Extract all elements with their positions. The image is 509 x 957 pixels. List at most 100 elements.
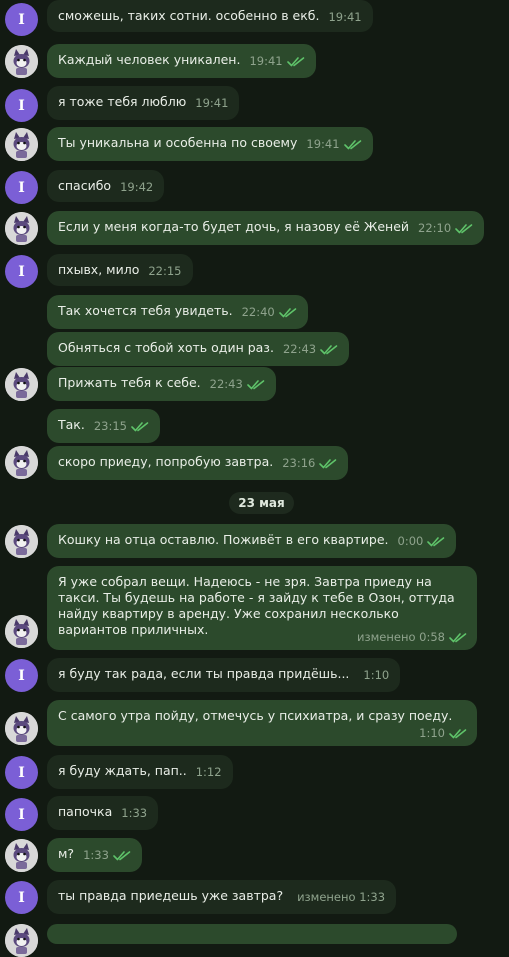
message-time: 22:43 xyxy=(209,377,243,391)
message-bubble-incoming[interactable]: я буду так рада, если ты правда придёшь.… xyxy=(47,658,401,692)
letter-avatar[interactable]: I xyxy=(5,798,38,831)
message-bubble-incoming[interactable]: ты правда приедешь уже завтра? изменено 1… xyxy=(47,880,397,914)
message-meta: 1:10 xyxy=(363,667,389,683)
message-meta: 1:33 xyxy=(83,847,131,863)
letter-avatar[interactable]: I xyxy=(5,89,38,122)
letter-avatar[interactable]: I xyxy=(5,171,38,204)
message-bubble-outgoing[interactable]: Если у меня когда-то будет дочь, я назов… xyxy=(47,211,485,245)
message-bubble-outgoing[interactable]: скоро приеду, попробую завтра. 23:16 xyxy=(47,446,349,480)
message-bubble-outgoing[interactable]: Так хочется тебя увидеть. 22:40 xyxy=(47,295,308,329)
message-bubble-outgoing[interactable]: Я уже собрал вещи. Надеюсь - не зря. Зав… xyxy=(47,566,477,650)
message-text: я тоже тебя люблю xyxy=(58,94,187,109)
double-check-icon xyxy=(319,458,337,468)
message-text: скоро приеду, попробую завтра. xyxy=(58,454,274,469)
message-time: 19:41 xyxy=(328,10,362,24)
letter-avatar[interactable]: I xyxy=(5,255,38,288)
cat-photo-avatar[interactable] xyxy=(5,712,38,745)
message-bubble-outgoing[interactable]: Ты уникальна и особенна по своему 19:41 xyxy=(47,127,373,161)
message-bubble-outgoing[interactable]: Каждый человек уникален. 19:41 xyxy=(47,44,316,78)
cat-photo-avatar[interactable] xyxy=(5,45,38,78)
message-meta: изменено 1:33 xyxy=(297,889,385,905)
double-check-icon xyxy=(455,223,473,233)
cat-photo-avatar[interactable] xyxy=(5,368,38,401)
message-text: я буду так рада, если ты правда придёшь.… xyxy=(58,666,350,681)
message-time: 22:43 xyxy=(282,342,317,356)
message-time: 19:42 xyxy=(120,180,154,194)
cat-photo-avatar[interactable] xyxy=(5,924,38,957)
double-check-icon xyxy=(343,139,361,149)
message-bubble-outgoing[interactable] xyxy=(47,924,457,944)
message-meta: 19:41 xyxy=(249,53,304,69)
cat-photo-avatar[interactable] xyxy=(5,128,38,161)
message-meta: 1:10 xyxy=(419,725,467,741)
letter-avatar[interactable]: I xyxy=(5,659,38,692)
message-text: Ты уникальна и особенна по своему xyxy=(58,135,298,150)
message-time: 1:12 xyxy=(195,765,222,779)
message-meta: 22:43 xyxy=(283,341,338,357)
message-bubble-outgoing[interactable]: м? 1:33 xyxy=(47,838,142,872)
message-text: Так хочется тебя увидеть. xyxy=(58,303,233,318)
double-check-icon xyxy=(286,56,304,66)
message-text: Каждый человек уникален. xyxy=(58,52,241,67)
letter-avatar[interactable]: I xyxy=(5,881,38,914)
double-check-icon xyxy=(278,307,297,317)
letter-avatar[interactable]: I xyxy=(5,3,38,36)
message-time: 22:15 xyxy=(148,264,182,278)
message-meta: 22:15 xyxy=(148,263,181,279)
message-meta: 19:41 xyxy=(328,9,361,25)
double-check-icon xyxy=(320,344,338,354)
message-meta: 19:42 xyxy=(120,179,153,195)
double-check-icon xyxy=(113,850,131,860)
message-bubble-incoming[interactable]: пхывх, мило 22:15 xyxy=(47,254,193,286)
letter-avatar[interactable]: I xyxy=(5,756,38,789)
chat-history[interactable]: I сможешь, таких сотни. особенно в екб. 1… xyxy=(0,0,509,957)
message-time: изменено 0:58 xyxy=(357,630,445,644)
cat-photo-avatar[interactable] xyxy=(5,839,38,872)
message-time: 1:10 xyxy=(363,668,390,682)
message-bubble-outgoing[interactable]: Обняться с тобой хоть один раз. 22:43 xyxy=(47,332,350,366)
message-text: спасибо xyxy=(58,178,112,193)
message-text: сможешь, таких сотни. особенно в екб. xyxy=(58,8,320,23)
cat-photo-avatar[interactable] xyxy=(5,615,38,648)
message-meta: 19:41 xyxy=(306,136,361,152)
message-text: Так. xyxy=(58,417,85,432)
double-check-icon xyxy=(246,379,265,389)
message-time: изменено 1:33 xyxy=(297,890,386,904)
message-time: 23:15 xyxy=(93,419,127,433)
message-bubble-incoming[interactable]: сможешь, таких сотни. особенно в екб. 19:… xyxy=(47,0,373,32)
message-text: Обняться с тобой хоть один раз. xyxy=(58,340,274,355)
message-bubble-incoming[interactable]: папочка 1:33 xyxy=(47,796,159,830)
message-bubble-outgoing[interactable]: Кошку на отца оставлю. Поживёт в его ква… xyxy=(47,524,457,558)
message-text: папочка xyxy=(58,804,113,819)
message-text: ты правда приедешь уже завтра? xyxy=(58,888,284,903)
double-check-icon xyxy=(449,632,467,642)
message-meta: 22:10 xyxy=(418,220,473,236)
message-bubble-incoming[interactable]: спасибо 19:42 xyxy=(47,170,165,202)
message-meta: 0:00 xyxy=(398,533,446,549)
cat-photo-avatar[interactable] xyxy=(5,212,38,245)
message-meta: 23:15 xyxy=(94,418,149,434)
message-meta: 1:33 xyxy=(121,805,147,821)
message-bubble-incoming[interactable]: я тоже тебя люблю 19:41 xyxy=(47,86,240,120)
message-text: м? xyxy=(58,846,75,861)
message-bubble-outgoing[interactable]: Прижать тебя к себе. 22:43 xyxy=(47,367,276,401)
message-bubble-incoming[interactable]: я буду ждать, пап.. 1:12 xyxy=(47,755,233,789)
message-meta: 22:40 xyxy=(242,304,297,320)
double-check-icon xyxy=(449,728,467,738)
message-time: 1:33 xyxy=(121,806,148,820)
message-time: 0:00 xyxy=(397,534,424,548)
cat-photo-avatar[interactable] xyxy=(5,525,38,558)
message-time: 19:41 xyxy=(195,96,229,110)
date-divider: 23 мая xyxy=(229,492,294,514)
double-check-icon xyxy=(427,536,445,546)
message-meta: 1:12 xyxy=(196,764,222,780)
message-time: 19:41 xyxy=(249,54,283,68)
message-bubble-outgoing[interactable]: Так. 23:15 xyxy=(47,409,160,443)
message-bubble-outgoing[interactable]: С самого утра пойду, отмечусь у психиатр… xyxy=(47,700,477,746)
message-text: Прижать тебя к себе. xyxy=(58,375,201,390)
message-meta: 22:43 xyxy=(210,376,265,392)
double-check-icon xyxy=(131,421,149,431)
message-time: 19:41 xyxy=(306,137,340,151)
message-text: пхывх, мило xyxy=(58,262,140,277)
cat-photo-avatar[interactable] xyxy=(5,446,38,479)
